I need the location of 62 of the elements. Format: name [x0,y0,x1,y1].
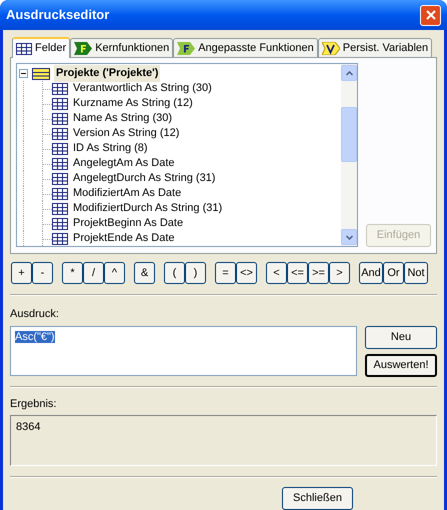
expression-field[interactable]: Asc("€") [10,326,357,376]
tab[interactable]: Felder [12,37,70,58]
operator-button[interactable]: <> [236,262,257,284]
tab[interactable]: Persist. Variablen [318,38,432,57]
operator-button[interactable]: - [32,262,53,284]
close-icon [426,10,436,20]
operator-button[interactable]: ( [164,262,185,284]
table-field-icon [52,112,68,124]
tree-item[interactable]: ProjektBeginn As Date [72,215,184,232]
operator-button[interactable]: / [83,262,104,284]
expression-label: Ausdruck: [10,307,60,322]
tree-item[interactable]: Projekte ('Projekte') [54,65,160,82]
operator-button[interactable]: * [62,262,83,284]
variable-icon [322,42,340,54]
scrollbar[interactable] [341,64,357,246]
operator-button[interactable]: <= [287,262,308,284]
tree-item[interactable]: Kurzname As String (12) [72,95,194,112]
tree-item[interactable]: AngelegtAm As Date [72,155,176,172]
operator-button[interactable]: Or [383,262,404,284]
operator-button[interactable]: ) [185,262,206,284]
result-label: Ergebnis: [10,396,58,412]
table-icon [32,68,50,80]
tree-item[interactable]: ModifiziertAm As Date [72,185,182,202]
function-icon [177,42,196,54]
tree-item[interactable]: AngelegtDurch As String (31) [72,170,216,187]
grid-icon [16,42,32,54]
tab[interactable]: Kernfunktionen [70,38,174,57]
function-icon [74,42,92,54]
minus-icon [21,71,26,76]
table-field-icon [52,128,68,140]
tree-item[interactable]: Name As String (30) [72,110,174,127]
operator-button[interactable]: >= [308,262,329,284]
tree-item[interactable]: ProjektEnde As Date [72,230,176,246]
operator-button[interactable]: < [266,262,287,284]
table-field-icon [52,202,68,214]
collapse-toggle[interactable] [19,69,28,78]
operator-button[interactable]: And [359,262,383,284]
tree-item[interactable]: ID As String (8) [72,140,149,157]
tree-item[interactable]: ModifiziertDurch As String (31) [72,200,224,217]
operator-button[interactable]: & [134,262,155,284]
table-field-icon [52,172,68,184]
result-field: 8364 [10,415,437,466]
table-field-icon [52,98,68,110]
table-field-icon [52,142,68,154]
operator-button[interactable]: + [11,262,32,284]
operator-button[interactable]: = [215,262,236,284]
operator-button[interactable]: ^ [104,262,125,284]
table-field-icon [52,82,68,94]
new-button[interactable]: Neu [365,326,437,348]
tab[interactable]: Angepasste Funktionen [173,38,318,57]
evaluate-button[interactable]: Auswerten! [365,354,437,376]
table-field-icon [52,158,68,170]
close-dialog-button[interactable]: Schließen [282,487,353,510]
window-title: Ausdruckseditor [6,6,110,24]
close-button[interactable] [420,4,441,26]
table-field-icon [52,188,68,200]
tree-item[interactable]: Verantwortlich As String (30) [72,80,213,97]
operator-button[interactable]: > [329,262,350,284]
tree-item[interactable]: Version As String (12) [72,125,180,142]
table-field-icon [52,232,68,244]
operator-button[interactable]: Not [404,262,428,284]
table-field-icon [52,218,68,230]
